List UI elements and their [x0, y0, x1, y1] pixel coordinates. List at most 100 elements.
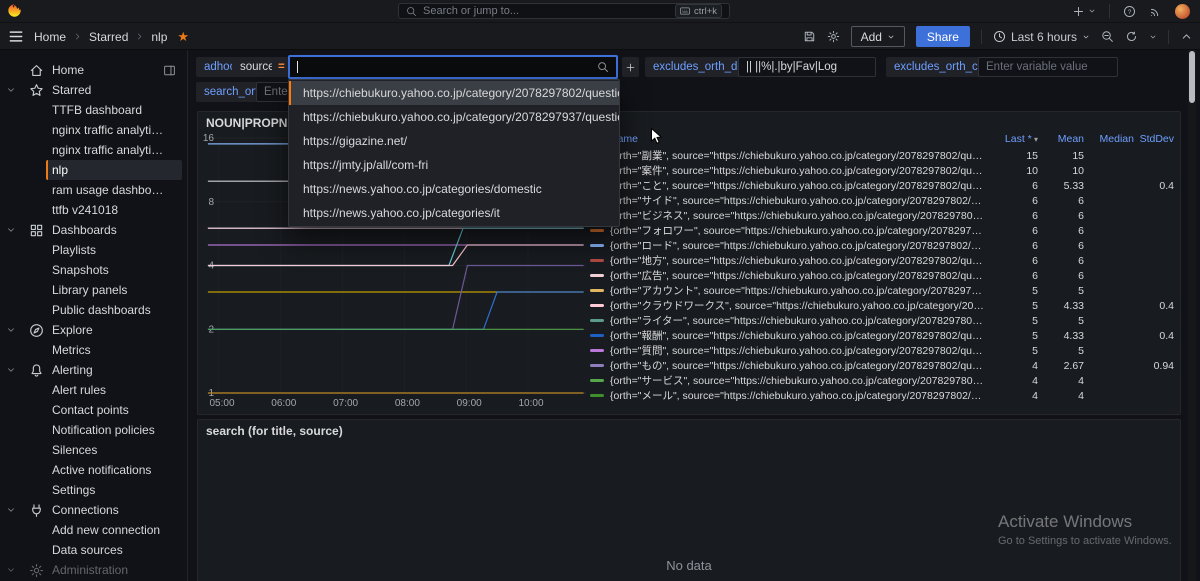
dropdown-option[interactable]: https://chiebukuro.yahoo.co.jp/category/… — [289, 105, 619, 129]
share-button[interactable]: Share — [916, 26, 970, 47]
dropdown-option[interactable]: https://news.yahoo.co.jp/categories/dome… — [289, 177, 619, 201]
dropdown-option[interactable]: https://chiebukuro.yahoo.co.jp/category/… — [289, 81, 619, 105]
legend-series-name[interactable]: {orth="質問", source="https://chiebukuro.y… — [590, 343, 992, 358]
series-line — [208, 245, 584, 266]
legend-series-name[interactable]: {orth="報酬", source="https://chiebukuro.y… — [590, 328, 992, 343]
sidebar-item-administration[interactable]: Administration — [0, 560, 187, 580]
series-color-swatch — [590, 394, 604, 397]
chevron-down-icon[interactable] — [6, 85, 16, 95]
sidebar-item-dashboards[interactable]: Dashboards — [0, 220, 187, 240]
svg-text:09:00: 09:00 — [457, 398, 482, 409]
excludes-orth-custom-input[interactable] — [978, 57, 1118, 77]
sidebar-item-ram-usage-dashboard[interactable]: ram usage dashboard — [0, 180, 187, 200]
dropdown-option[interactable]: https://jmty.jp/all/com-fri — [289, 153, 619, 177]
sidebar-item-contact-points[interactable]: Contact points — [0, 400, 187, 420]
collapse-header-button[interactable] — [1180, 30, 1193, 43]
sidebar-item-snapshots[interactable]: Snapshots — [0, 260, 187, 280]
legend-series-name[interactable]: {orth="こと", source="https://chiebukuro.y… — [590, 178, 992, 193]
legend-series-name[interactable]: {orth="もの", source="https://chiebukuro.y… — [590, 358, 992, 373]
chevron-down-icon[interactable] — [6, 365, 16, 375]
grafana-logo-icon[interactable] — [7, 3, 22, 18]
sidebar-item-ttfb-dashboard[interactable]: TTFB dashboard — [0, 100, 187, 120]
sidebar-item-home[interactable]: Home — [0, 60, 187, 80]
dashboard-settings-button[interactable] — [827, 30, 840, 43]
series-label: {orth="案件", source="https://chiebukuro.y… — [610, 163, 984, 178]
chevron-down-icon[interactable] — [6, 565, 16, 575]
time-range-picker[interactable]: Last 6 hours — [993, 30, 1090, 44]
adhoc-filter-value-input[interactable] — [288, 55, 618, 79]
sidebar-item-playlists[interactable]: Playlists — [0, 240, 187, 260]
legend-series-name[interactable]: {orth="副業", source="https://chiebukuro.y… — [590, 148, 992, 163]
dropdown-option[interactable]: https://gigazine.net/ — [289, 129, 619, 153]
refresh-button[interactable] — [1125, 30, 1138, 43]
sidebar-item-notification-policies[interactable]: Notification policies — [0, 420, 187, 440]
legend-series-name[interactable]: {orth="地方", source="https://chiebukuro.y… — [590, 253, 992, 268]
zoom-out-button[interactable] — [1101, 30, 1114, 43]
add-filter-button[interactable] — [622, 57, 639, 77]
sidebar-item-starred[interactable]: Starred — [0, 80, 187, 100]
sidebar-item-nginx-traffic-analytics-v241015[interactable]: nginx traffic analytics v241015 — [0, 140, 187, 160]
legend-series-name[interactable]: {orth="クラウドワークス", source="https://chiebu… — [590, 298, 992, 313]
star-filled-icon[interactable]: ★ — [177, 29, 189, 45]
dropdown-option[interactable]: https://news.yahoo.co.jp/categories/it — [289, 201, 619, 225]
legend-header-stddev[interactable]: StdDev — [1138, 133, 1178, 145]
news-icon[interactable] — [1149, 5, 1162, 18]
add-panel-button[interactable]: Add — [851, 26, 905, 47]
legend-header-last[interactable]: Last * ▾ — [992, 133, 1042, 145]
sidebar-item-connections[interactable]: Connections — [0, 500, 187, 520]
legend-series-name[interactable]: {orth="サービス", source="https://chiebukuro… — [590, 373, 992, 388]
user-avatar[interactable] — [1175, 4, 1190, 19]
sidebar-item-nlp[interactable]: nlp — [0, 160, 187, 180]
sidebar-item-library-panels[interactable]: Library panels — [0, 280, 187, 300]
chevron-down-icon[interactable] — [6, 505, 16, 515]
sidebar-item-add-new-connection[interactable]: Add new connection — [0, 520, 187, 540]
legend-series-name[interactable]: {orth="案件", source="https://chiebukuro.y… — [590, 163, 992, 178]
legend-series-name[interactable]: {orth="ロード", source="https://chiebukuro.… — [590, 238, 992, 253]
scrollbar-track[interactable] — [1188, 50, 1196, 581]
legend-series-name[interactable]: {orth="ライター", source="https://chiebukuro… — [590, 313, 992, 328]
legend-series-name[interactable]: {orth="ビジネス", source="https://chiebukuro… — [590, 208, 992, 223]
legend-header-median[interactable]: Median — [1088, 133, 1138, 145]
save-dashboard-button[interactable] — [803, 30, 816, 43]
plus-icon — [625, 62, 636, 73]
breadcrumb-home[interactable]: Home — [34, 30, 66, 44]
search-icon — [406, 6, 417, 17]
legend-header-name[interactable]: Name — [590, 133, 992, 145]
breadcrumb-starred[interactable]: Starred — [89, 30, 128, 44]
excludes-orth-default-input[interactable] — [738, 57, 876, 77]
legend-series-name[interactable]: {orth="アカウント", source="https://chiebukur… — [590, 283, 992, 298]
search-bar[interactable]: Search or jump to... ctrl+k — [398, 3, 730, 19]
mega-menu-toggle[interactable] — [9, 30, 23, 43]
sidebar-item-label: Snapshots — [52, 263, 109, 277]
legend-series-name[interactable]: {orth="メール", source="https://chiebukuro.… — [590, 388, 992, 403]
scrollbar-thumb[interactable] — [1189, 51, 1195, 103]
sidebar-item-label: TTFB dashboard — [52, 103, 142, 117]
sidebar-item-metrics[interactable]: Metrics — [0, 340, 187, 360]
legend-series-name[interactable]: {orth="サイド", source="https://chiebukuro.… — [590, 193, 992, 208]
refresh-interval-caret[interactable] — [1149, 33, 1157, 41]
sidebar-item-data-sources[interactable]: Data sources — [0, 540, 187, 560]
sidebar-item-explore[interactable]: Explore — [0, 320, 187, 340]
sidebar-item-settings[interactable]: Settings — [0, 480, 187, 500]
breadcrumb-current[interactable]: nlp — [151, 30, 167, 44]
chevron-down-icon[interactable] — [6, 325, 16, 335]
legend-header-mean[interactable]: Mean — [1042, 133, 1088, 145]
keyboard-shortcut-badge: ctrl+k — [675, 4, 722, 18]
legend-series-name[interactable]: {orth="フォロワー", source="https://chiebukur… — [590, 223, 992, 238]
sidebar-item-ttfb-v241018[interactable]: ttfb v241018 — [0, 200, 187, 220]
new-menu-button[interactable] — [1072, 5, 1096, 18]
sidebar-item-alert-rules[interactable]: Alert rules — [0, 380, 187, 400]
sidebar-item-silences[interactable]: Silences — [0, 440, 187, 460]
legend-row: {orth="もの", source="https://chiebukuro.y… — [590, 358, 1178, 373]
chevron-down-icon[interactable] — [6, 225, 16, 235]
sidebar-item-nginx-traffic-analytics-tmp-c[interactable]: nginx traffic analytics tmp C... — [0, 120, 187, 140]
panel-title[interactable]: search (for title, source) — [206, 424, 343, 438]
help-icon[interactable]: ? — [1123, 5, 1136, 18]
legend-series-name[interactable]: {orth="広告", source="https://chiebukuro.y… — [590, 268, 992, 283]
sidebar-item-alerting[interactable]: Alerting — [0, 360, 187, 380]
sidebar-item-active-notifications[interactable]: Active notifications — [0, 460, 187, 480]
dock-icon[interactable] — [163, 64, 176, 77]
panel-search: search (for title, source) No data — [197, 419, 1181, 581]
sidebar-item-label: Active notifications — [52, 463, 151, 477]
sidebar-item-public-dashboards[interactable]: Public dashboards — [0, 300, 187, 320]
